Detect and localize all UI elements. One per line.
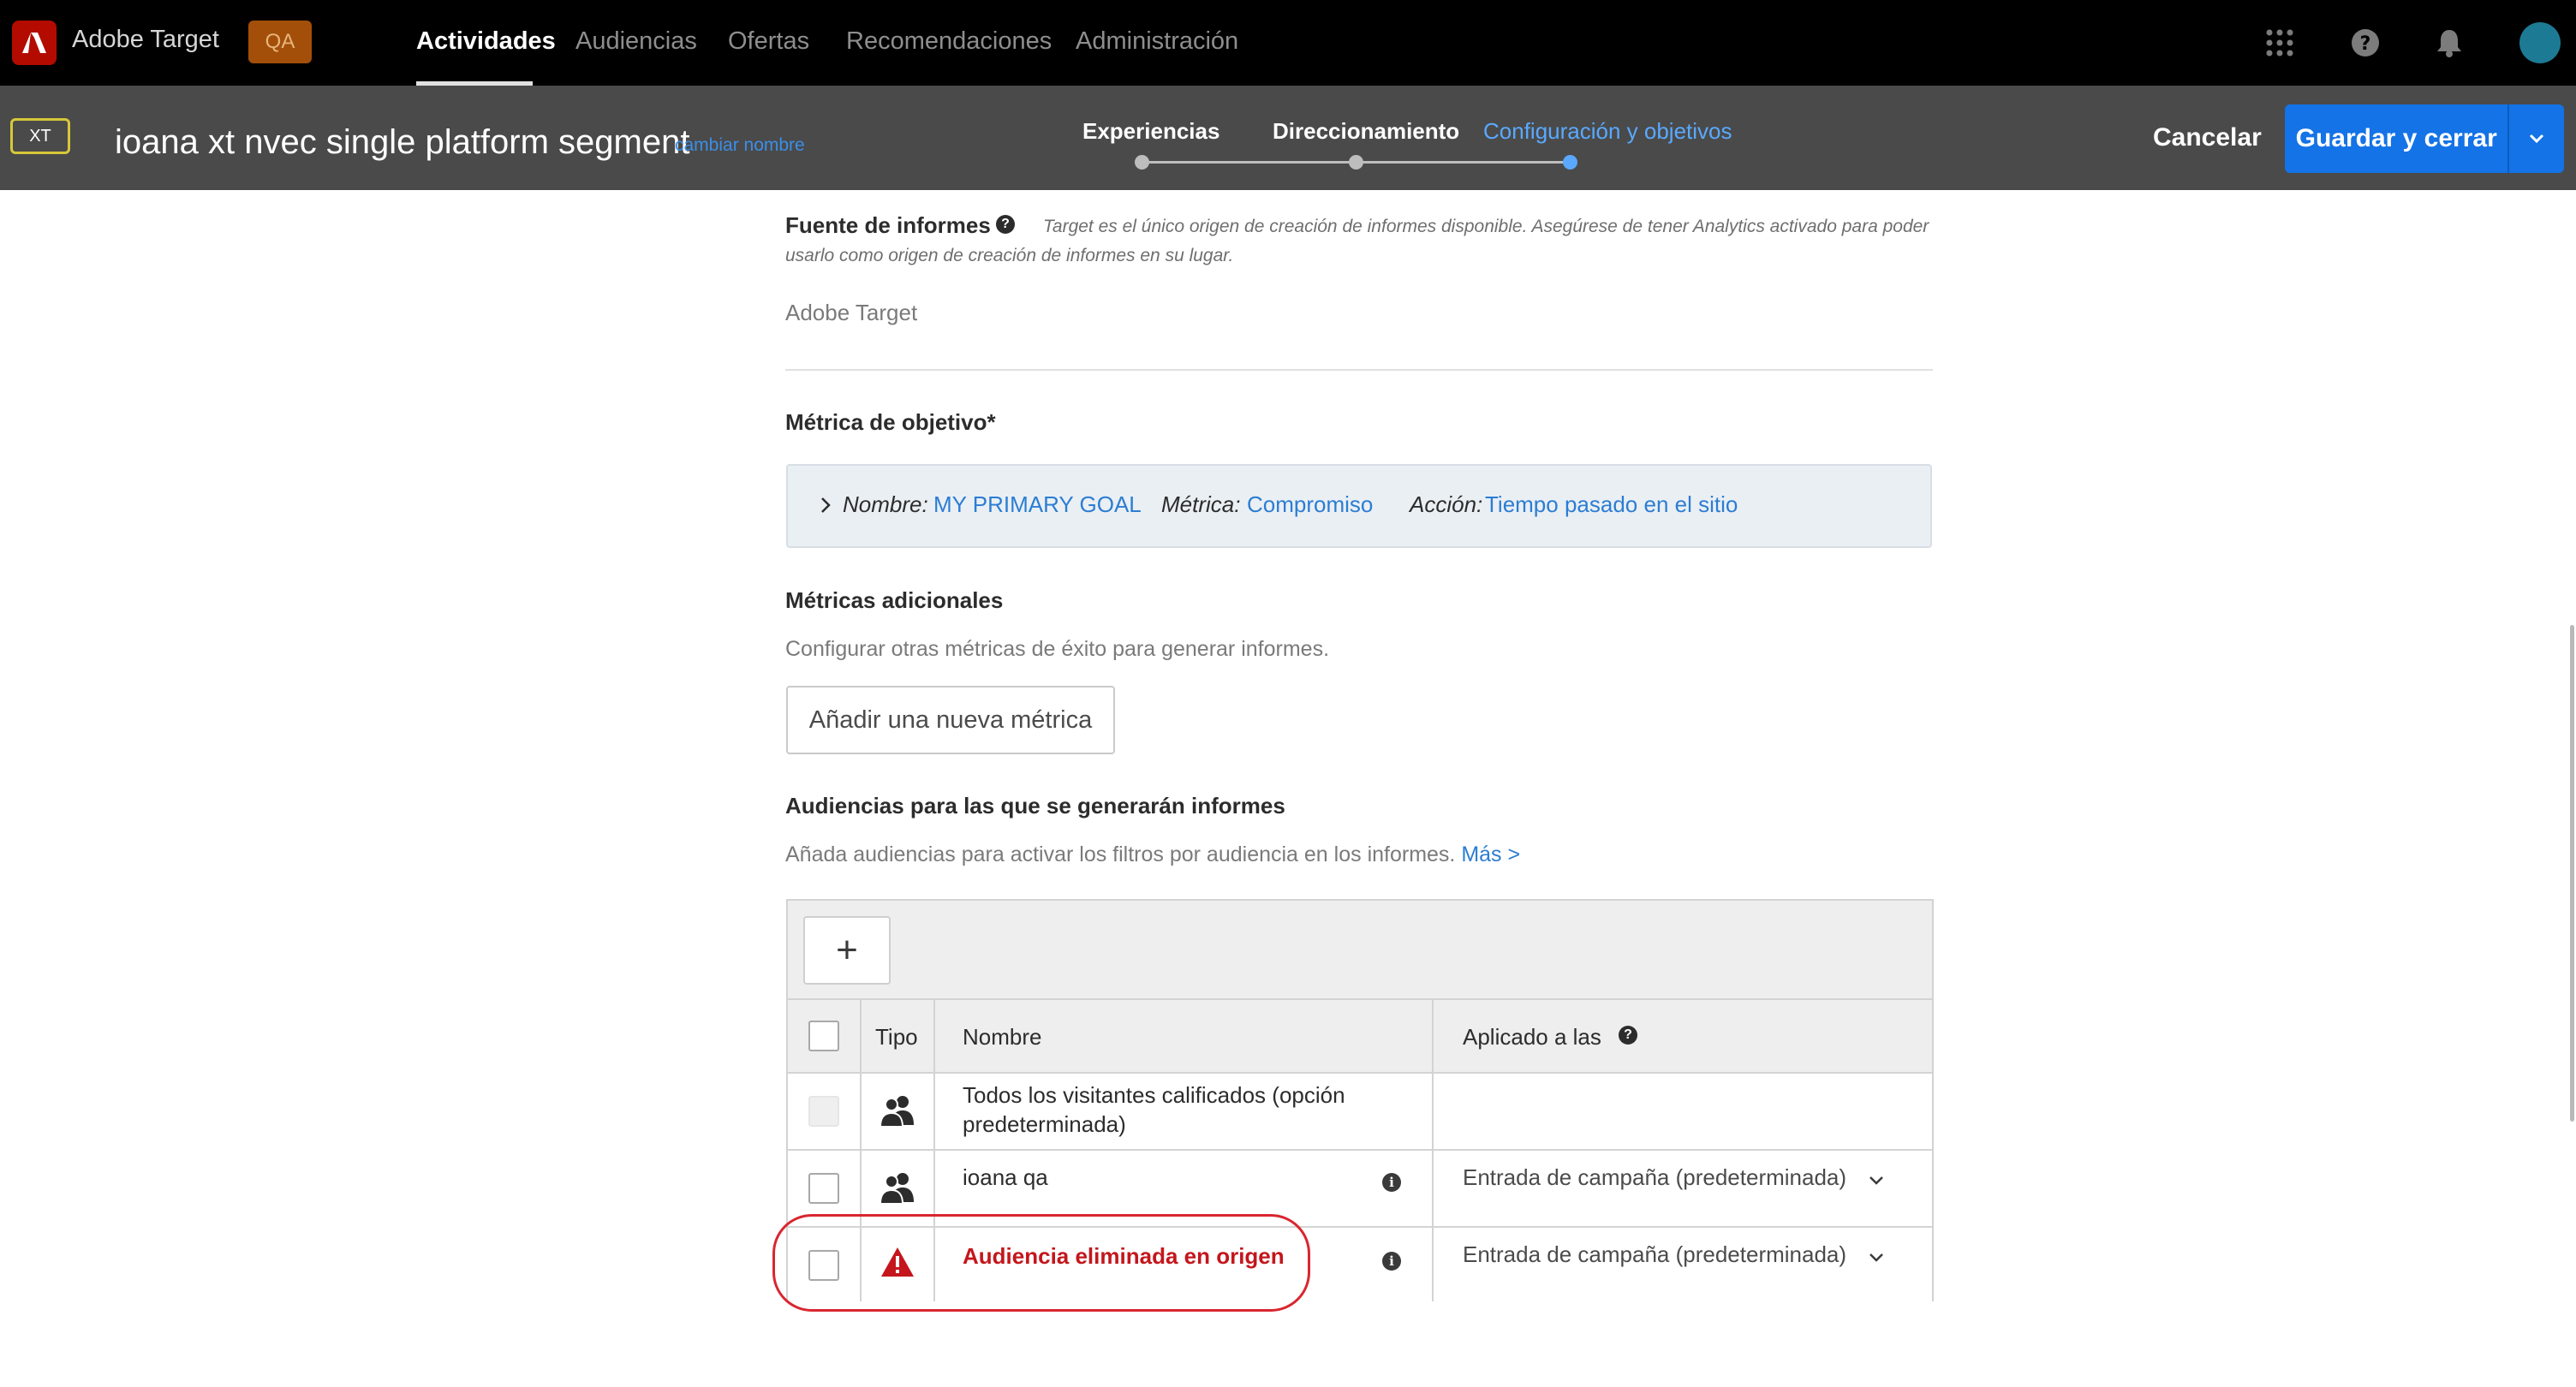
environment-badge[interactable]: QA xyxy=(248,21,312,63)
step-dot-direccionamiento[interactable] xyxy=(1349,155,1363,170)
audiences-description: Añada audiencias para activar los filtro… xyxy=(785,842,1521,866)
step-direccionamiento[interactable]: Direccionamiento xyxy=(1273,118,1459,145)
svg-text:?: ? xyxy=(2360,33,2371,55)
goal-name-value: MY PRIMARY GOAL xyxy=(933,491,1142,517)
users-icon xyxy=(879,1171,915,1208)
goal-metric-card[interactable]: Nombre: MY PRIMARY GOAL Métrica: Comprom… xyxy=(786,464,1932,548)
table-toolbar: + xyxy=(788,901,1932,1000)
nav-tab-actividades[interactable]: Actividades xyxy=(416,27,556,56)
goal-action-key: Acción: xyxy=(1410,491,1483,517)
annotation-highlight-ring xyxy=(772,1214,1310,1312)
applied-help-icon[interactable]: ? xyxy=(1619,1026,1637,1045)
add-audience-button[interactable]: + xyxy=(803,916,891,985)
column-header-name[interactable]: Nombre xyxy=(963,1024,1041,1051)
save-and-close-label[interactable]: Guardar y cerrar xyxy=(2285,104,2507,173)
step-dot-configuracion[interactable] xyxy=(1563,155,1577,170)
nav-tab-ofertas[interactable]: Ofertas xyxy=(728,27,809,56)
step-configuracion[interactable]: Configuración y objetivos xyxy=(1483,118,1732,145)
global-nav: Adobe Target QA Actividades Audiencias O… xyxy=(0,0,2576,86)
activity-header: XT ioana xt nvec single platform segment… xyxy=(0,86,2576,190)
users-icon xyxy=(879,1094,915,1131)
app-title[interactable]: Adobe Target xyxy=(72,26,219,54)
nav-tab-recomendaciones[interactable]: Recomendaciones xyxy=(846,27,1052,56)
audience-name-line2: predeterminada) xyxy=(963,1111,1126,1137)
audience-name[interactable]: ioana qa xyxy=(963,1163,1048,1192)
add-metric-button[interactable]: Añadir una nueva métrica xyxy=(786,686,1115,754)
reporting-source-note-line2: usarlo como origen de creación de inform… xyxy=(785,246,1234,265)
applied-to-value[interactable]: Entrada de campaña (predeterminada) xyxy=(1463,1240,1846,1269)
applied-to-value[interactable]: Entrada de campaña (predeterminada) xyxy=(1463,1163,1846,1192)
goal-metric-value: Compromiso xyxy=(1247,491,1374,517)
bell-icon[interactable] xyxy=(2429,22,2470,63)
section-divider xyxy=(785,369,1933,371)
save-options-chevron-icon[interactable] xyxy=(2507,104,2564,173)
reporting-source-help-icon[interactable]: ? xyxy=(996,215,1015,234)
step-connector xyxy=(1357,161,1571,164)
avatar[interactable] xyxy=(2519,22,2561,63)
additional-metrics-title: Métricas adicionales xyxy=(785,587,1004,613)
column-divider xyxy=(933,1000,935,1072)
column-divider xyxy=(933,1074,935,1149)
more-link[interactable]: Más > xyxy=(1461,842,1520,866)
goal-metric-key: Métrica: xyxy=(1161,491,1241,517)
chevron-right-icon[interactable] xyxy=(820,497,831,518)
scrollbar-thumb[interactable] xyxy=(2570,625,2574,1122)
nav-tab-audiencias[interactable]: Audiencias xyxy=(575,27,697,56)
adobe-logo-icon[interactable] xyxy=(12,21,57,65)
help-icon[interactable]: ? xyxy=(2345,22,2386,63)
reporting-source-value: Adobe Target xyxy=(785,300,918,325)
save-and-close-button[interactable]: Guardar y cerrar xyxy=(2285,104,2564,173)
step-experiencias[interactable]: Experiencias xyxy=(1082,118,1219,145)
reporting-source-note-line1: Target es el único origen de creación de… xyxy=(1043,217,1929,236)
column-header-applied[interactable]: Aplicado a las xyxy=(1463,1024,1601,1051)
goal-action-value: Tiempo pasado en el sitio xyxy=(1485,491,1738,517)
rename-link[interactable]: cambiar nombre xyxy=(675,135,805,156)
info-icon[interactable]: i xyxy=(1382,1252,1401,1271)
additional-metrics-description: Configurar otras métricas de éxito para … xyxy=(785,637,1330,661)
activity-type-badge: XT xyxy=(10,118,70,154)
table-row: Todos los visitantes calificados (opción… xyxy=(788,1074,1932,1151)
chevron-down-icon[interactable] xyxy=(1869,1252,1884,1267)
column-header-type[interactable]: Tipo xyxy=(875,1024,918,1051)
step-connector xyxy=(1142,161,1357,164)
goal-name-key: Nombre: xyxy=(843,491,928,517)
info-icon[interactable]: i xyxy=(1382,1173,1401,1192)
apps-grid-icon[interactable] xyxy=(2259,22,2300,63)
audiences-title: Audiencias para las que se generarán inf… xyxy=(785,793,1285,819)
column-divider xyxy=(860,1074,862,1149)
chevron-down-icon[interactable] xyxy=(1869,1175,1884,1190)
column-divider xyxy=(1432,1074,1434,1149)
column-divider xyxy=(1432,1151,1434,1226)
table-header: Tipo Nombre Aplicado a las ? xyxy=(788,1000,1932,1074)
step-dot-experiencias[interactable] xyxy=(1135,155,1149,170)
activity-name: ioana xt nvec single platform segment xyxy=(115,123,690,161)
column-divider xyxy=(1432,1000,1434,1072)
nav-tab-administracion[interactable]: Administración xyxy=(1076,27,1238,56)
row-checkbox[interactable] xyxy=(808,1173,839,1204)
select-all-checkbox[interactable] xyxy=(808,1021,839,1051)
goal-metric-title: Métrica de objetivo* xyxy=(785,409,996,435)
column-divider xyxy=(1432,1228,1434,1301)
row-checkbox xyxy=(808,1096,839,1127)
audience-name-line1: Todos los visitantes calificados (opción xyxy=(963,1082,1345,1108)
column-divider xyxy=(860,1000,862,1072)
cancel-button[interactable]: Cancelar xyxy=(2153,123,2262,152)
reporting-source-title: Fuente de informes xyxy=(785,212,991,238)
